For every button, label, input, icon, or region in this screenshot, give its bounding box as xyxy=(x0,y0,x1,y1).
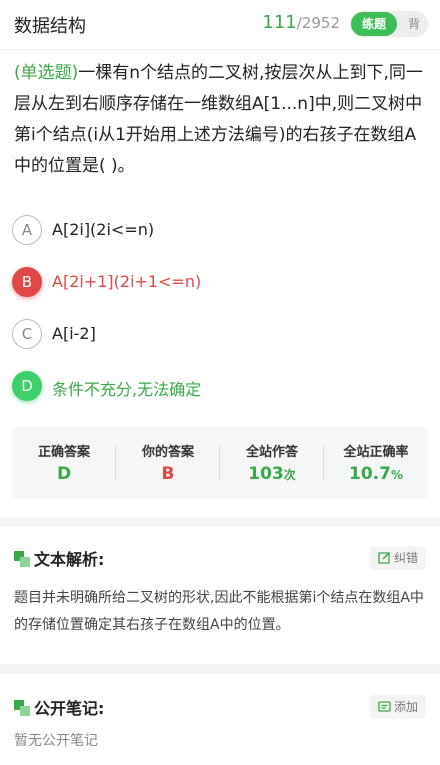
analysis-header: 文本解析: xyxy=(14,546,214,570)
option-c[interactable]: C A[i-2] xyxy=(12,317,432,351)
option-d[interactable]: D 条件不充分,无法确定 xyxy=(12,369,432,403)
analysis-text: 题目并未明确所给二叉树的形状,因此不能根据第i个结点在数组A中的存储位置确定其右… xyxy=(14,590,424,633)
stat-label: 正确答案 xyxy=(37,445,90,460)
option-text: A[2i+1](2i+1<=n) xyxy=(52,272,202,291)
attempts-number: 103 xyxy=(248,464,284,484)
mode-practice[interactable]: 练题 xyxy=(351,12,397,36)
stat-value: B xyxy=(161,464,175,484)
stat-value: 103次 xyxy=(220,464,324,484)
analysis-title: 文本解析: xyxy=(34,550,105,569)
option-letter: B xyxy=(12,267,42,297)
edit-icon xyxy=(378,548,391,572)
stat-site-attempts: 全站作答 103次 xyxy=(220,427,324,499)
section-marker-icon xyxy=(14,551,30,567)
section-divider xyxy=(0,517,440,527)
option-b[interactable]: B A[2i+1](2i+1<=n) xyxy=(12,265,432,299)
accuracy-unit: % xyxy=(390,468,403,482)
stat-label: 全站作答 xyxy=(245,445,298,460)
section-marker-icon xyxy=(14,700,30,716)
question-text: (单选题)一棵有n个结点的二叉树,按层次从上到下,同一层从左到右顺序存储在一维数… xyxy=(14,58,428,182)
attempts-unit: 次 xyxy=(283,468,296,482)
option-text: A[2i](2i<=n) xyxy=(52,220,155,239)
empty-notes-text: 暂无公开笔记 xyxy=(14,733,98,749)
answer-stats-panel: 正确答案 D 你的答案 B 全站作答 103次 全站正确率 10.7% xyxy=(12,427,428,499)
section-divider xyxy=(0,664,440,674)
notes-title: 公开笔记: xyxy=(34,699,105,718)
option-letter: A xyxy=(12,215,42,245)
current-question-number: 111 xyxy=(262,12,297,33)
stat-your-answer: 你的答案 B xyxy=(116,427,220,499)
subject-title: 数据结构 xyxy=(14,16,86,37)
report-error-button[interactable]: 纠错 xyxy=(369,546,426,572)
stat-correct-answer: 正确答案 D xyxy=(12,427,116,499)
stat-label: 全站正确率 xyxy=(343,445,409,460)
top-bar: 数据结构 111/2952 练题 背 xyxy=(0,0,440,50)
add-note-label: 添加 xyxy=(393,700,418,714)
option-letter: D xyxy=(12,371,42,401)
add-note-button[interactable]: 添加 xyxy=(369,695,426,721)
stat-site-accuracy: 全站正确率 10.7% xyxy=(324,427,428,499)
option-a[interactable]: A A[2i](2i<=n) xyxy=(12,213,432,247)
option-text: 条件不充分,无法确定 xyxy=(52,380,202,399)
notes-header: 公开笔记: xyxy=(14,695,214,719)
report-error-label: 纠错 xyxy=(393,551,418,565)
question-type: (单选题) xyxy=(14,63,79,83)
note-icon xyxy=(378,697,391,721)
stat-value: D xyxy=(56,464,72,484)
accuracy-number: 10.7 xyxy=(349,464,391,484)
stat-value: 10.7% xyxy=(324,464,428,484)
total-question-count: /2952 xyxy=(296,14,340,32)
option-letter: C xyxy=(12,319,42,349)
option-text: A[i-2] xyxy=(52,324,96,343)
stat-label: 你的答案 xyxy=(141,445,194,460)
mode-recite[interactable]: 背 xyxy=(408,11,420,37)
mode-toggle[interactable]: 练题 背 xyxy=(350,11,428,37)
question-counter[interactable]: 111/2952 xyxy=(262,12,340,33)
